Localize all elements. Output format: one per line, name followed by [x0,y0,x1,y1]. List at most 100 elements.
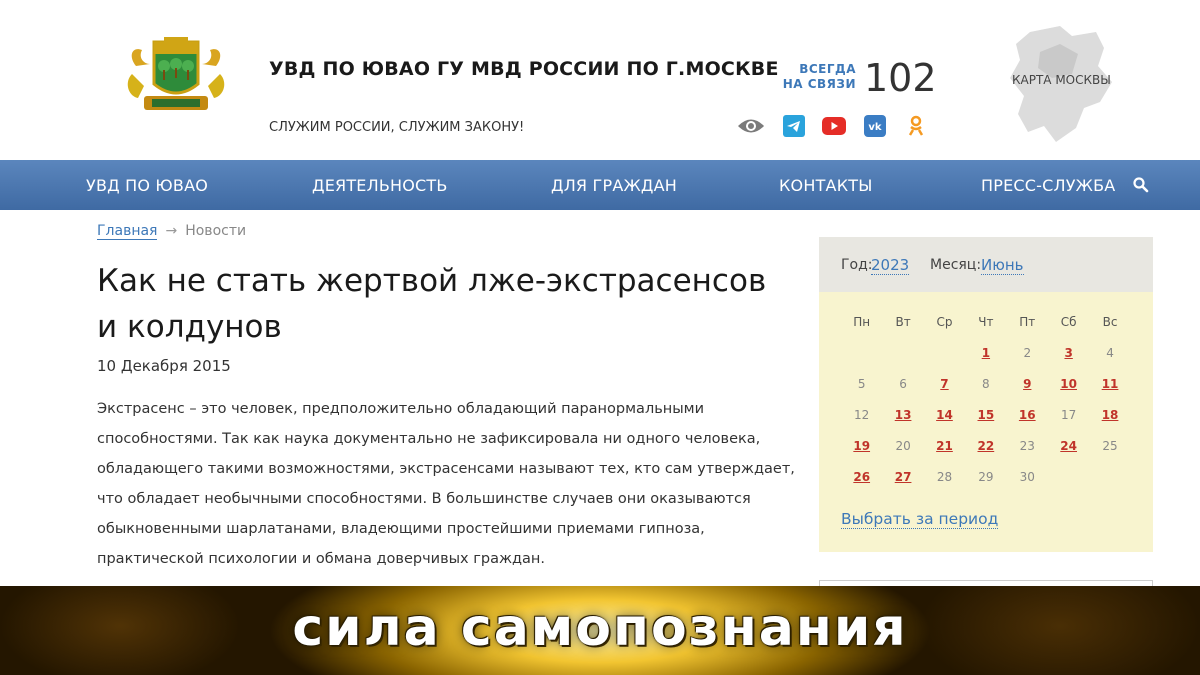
calendar-week-row: 1 2 3 4 [841,343,1131,374]
calendar-month-label: Месяц: [930,257,982,273]
odnoklassniki-icon[interactable] [904,114,928,138]
calendar-day: 20 [882,436,923,467]
coat-of-arms-logo[interactable] [124,36,228,116]
calendar-day-number[interactable]: 10 [1060,377,1077,391]
nav-item-contacts[interactable]: КОНТАКТЫ [779,160,873,210]
site-title[interactable]: УВД ПО ЮВАО ГУ МВД РОССИИ ПО Г.МОСКВЕ [269,58,779,80]
calendar-day-number[interactable]: 1 [982,346,990,360]
calendar-day [882,343,923,374]
calendar-day-number: 5 [857,377,866,391]
calendar-day-number[interactable]: 24 [1060,439,1077,453]
calendar-day-number[interactable]: 27 [895,470,912,484]
telegram-icon[interactable] [782,114,806,138]
calendar-day: 23 [1007,436,1048,467]
breadcrumb-arrow: → [165,223,178,239]
calendar-day-number[interactable]: 14 [936,408,953,422]
calendar-day-number: 8 [982,377,990,391]
article-body: Экстрасенс – это человек, предположитель… [97,401,795,567]
calendar-grid: Пн Вт Ср Чт Пт Сб Вс 1 2 3 4 5 6 7 8 9 10 11 12 13 14… [841,312,1131,498]
calendar-day: 4 [1089,343,1130,374]
calendar-header: Год: 2023 Месяц: Июнь [819,237,1153,292]
svg-text:vk: vk [868,122,882,133]
vk-icon[interactable]: vk [863,114,887,138]
nav-item-press[interactable]: ПРЕСС-СЛУЖБА [981,160,1115,210]
calendar-week-row: 5 6 7 8 9 10 11 [841,374,1131,405]
calendar-day-link[interactable]: 9 [1007,374,1048,405]
calendar-day-link[interactable]: 10 [1048,374,1089,405]
breadcrumb-home[interactable]: Главная [97,223,158,240]
calendar-day-number: 2 [1023,346,1032,360]
eye-icon[interactable] [736,114,766,138]
site-header: УВД ПО ЮВАО ГУ МВД РОССИИ ПО Г.МОСКВЕ СЛ… [0,0,1200,160]
video-banner: сила самопознания [0,586,1200,675]
calendar-day-link[interactable]: 15 [965,405,1006,436]
calendar-day-number[interactable]: 3 [1064,346,1072,360]
calendar-day-link[interactable]: 14 [924,405,965,436]
calendar-day-link[interactable]: 27 [882,467,923,498]
calendar-day-number[interactable]: 19 [853,439,870,453]
calendar-day [1048,467,1089,498]
calendar-day-link[interactable]: 18 [1089,405,1130,436]
calendar-year-select[interactable]: 2023 [871,256,910,275]
calendar-day: 8 [965,374,1006,405]
calendar-day-number: 29 [978,470,994,484]
calendar-day-number: 25 [1102,439,1118,453]
calendar-day-number[interactable]: 11 [1102,377,1119,391]
calendar-day-link[interactable]: 21 [924,436,965,467]
calendar-day-number: 12 [854,408,870,422]
hotline-number[interactable]: 102 [864,56,937,100]
youtube-icon[interactable] [822,114,846,138]
nav-item-citizens[interactable]: ДЛЯ ГРАЖДАН [551,160,677,210]
calendar-week-row: 12 13 14 15 16 17 18 [841,405,1131,436]
breadcrumb-current: Новости [185,223,247,239]
calendar-day: 29 [965,467,1006,498]
banner-title: сила самопознания [292,598,908,658]
calendar-day [924,343,965,374]
calendar-month-select[interactable]: Июнь [981,256,1024,275]
calendar-day-link[interactable]: 3 [1048,343,1089,374]
calendar-day: 28 [924,467,965,498]
calendar-weekdays-row: Пн Вт Ср Чт Пт Сб Вс [841,312,1131,343]
map-label[interactable]: КАРТА МОСКВЫ [1012,73,1111,87]
nav-item-uvd[interactable]: УВД ПО ЮВАО [86,160,208,210]
calendar-day-number[interactable]: 13 [895,408,912,422]
calendar-day-number[interactable]: 26 [853,470,870,484]
calendar-day-link[interactable]: 26 [841,467,882,498]
calendar-day-link[interactable]: 7 [924,374,965,405]
calendar-day-link[interactable]: 24 [1048,436,1089,467]
weekday-label: Пт [1019,315,1036,329]
calendar-day-number[interactable]: 18 [1102,408,1119,422]
breadcrumb: Главная → Новости [97,223,247,240]
article-title: Как не стать жертвой лже-экстрасенсов и … [97,263,767,345]
calendar-day-link[interactable]: 19 [841,436,882,467]
search-icon[interactable] [1132,176,1150,194]
article-date: 10 Декабря 2015 [97,357,231,375]
calendar-day-number[interactable]: 7 [940,377,948,391]
calendar-day-number[interactable]: 21 [936,439,953,453]
calendar-day-link[interactable]: 11 [1089,374,1130,405]
nav-item-activity[interactable]: ДЕЯТЕЛЬНОСТЬ [312,160,448,210]
weekday-label: Ср [936,315,953,329]
calendar-day-link[interactable]: 22 [965,436,1006,467]
calendar-day-number: 17 [1061,408,1077,422]
calendar-day-link[interactable]: 16 [1007,405,1048,436]
weekday-label: Сб [1060,315,1077,329]
calendar-day-number: 20 [895,439,911,453]
calendar-day-number: 23 [1019,439,1035,453]
calendar-day: 2 [1007,343,1048,374]
calendar-day-number[interactable]: 16 [1019,408,1036,422]
weekday-label: Чт [978,315,994,329]
calendar-week-row: 19 20 21 22 23 24 25 [841,436,1131,467]
calendar-year-label: Год: [841,257,873,273]
calendar-day-number[interactable]: 9 [1023,377,1031,391]
main-navigation: УВД ПО ЮВАО ДЕЯТЕЛЬНОСТЬ ДЛЯ ГРАЖДАН КОН… [0,160,1200,210]
select-period-link[interactable]: Выбрать за период [841,510,999,529]
calendar-day-link[interactable]: 13 [882,405,923,436]
calendar-day [1089,467,1130,498]
calendar-day [841,343,882,374]
calendar-day-number[interactable]: 22 [978,439,995,453]
news-calendar: Год: 2023 Месяц: Июнь Пн Вт Ср Чт Пт Сб … [819,237,1153,552]
site-slogan: СЛУЖИМ РОССИИ, СЛУЖИМ ЗАКОНУ! [269,120,525,135]
calendar-day-link[interactable]: 1 [965,343,1006,374]
calendar-day-number[interactable]: 15 [978,408,995,422]
